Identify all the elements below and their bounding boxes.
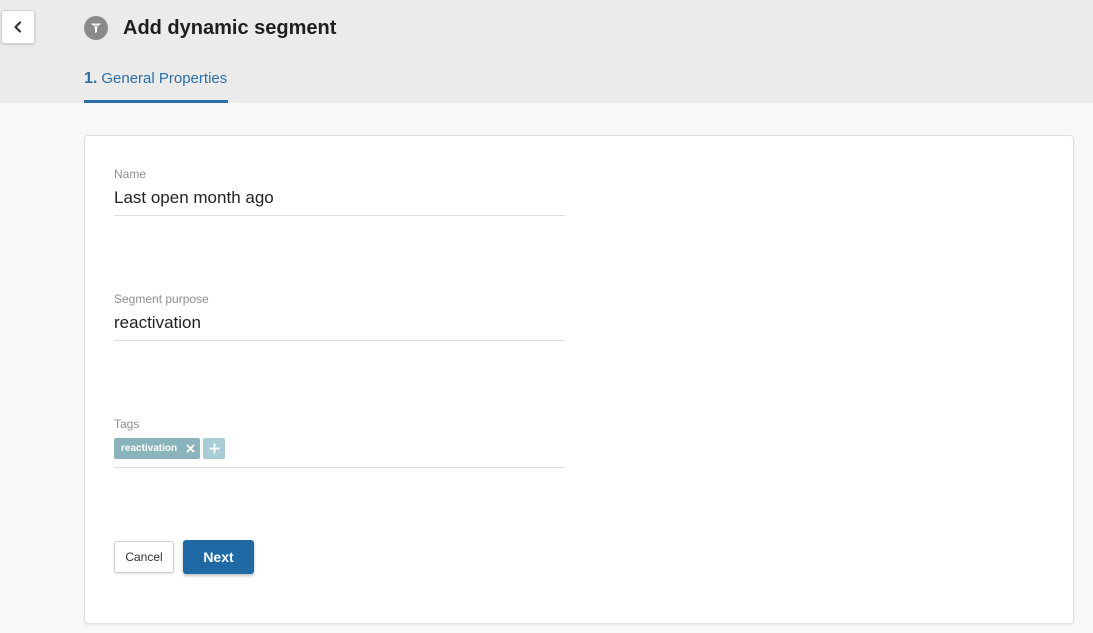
- form-card: Name Segment purpose Tags reactivation: [84, 135, 1074, 624]
- purpose-field-group: Segment purpose: [114, 292, 565, 341]
- tag-chip-label: reactivation: [121, 443, 178, 454]
- page-header: Add dynamic segment 1. General Properties: [0, 0, 1093, 103]
- funnel-icon: [84, 16, 108, 40]
- segment-purpose-label: Segment purpose: [114, 292, 209, 306]
- plus-icon[interactable]: [203, 438, 226, 459]
- step-label: General Properties: [101, 70, 228, 87]
- tab-general-properties[interactable]: 1. General Properties: [84, 68, 229, 103]
- page-title: Add dynamic segment: [123, 17, 337, 39]
- tags-input[interactable]: reactivation: [114, 438, 565, 468]
- tag-chip: reactivation: [114, 438, 201, 459]
- close-icon[interactable]: [180, 438, 200, 459]
- step-number: 1.: [84, 70, 98, 87]
- tags-label: Tags: [114, 417, 140, 431]
- next-button[interactable]: Next: [183, 540, 254, 574]
- back-button[interactable]: [1, 10, 35, 44]
- cancel-button[interactable]: Cancel: [114, 541, 174, 573]
- chevron-left-icon: [14, 21, 22, 33]
- name-label: Name: [114, 167, 147, 181]
- name-input[interactable]: [114, 184, 565, 216]
- name-field-group: Name: [114, 167, 565, 216]
- tags-field-group: Tags reactivation: [114, 417, 565, 468]
- segment-purpose-input[interactable]: [114, 309, 565, 341]
